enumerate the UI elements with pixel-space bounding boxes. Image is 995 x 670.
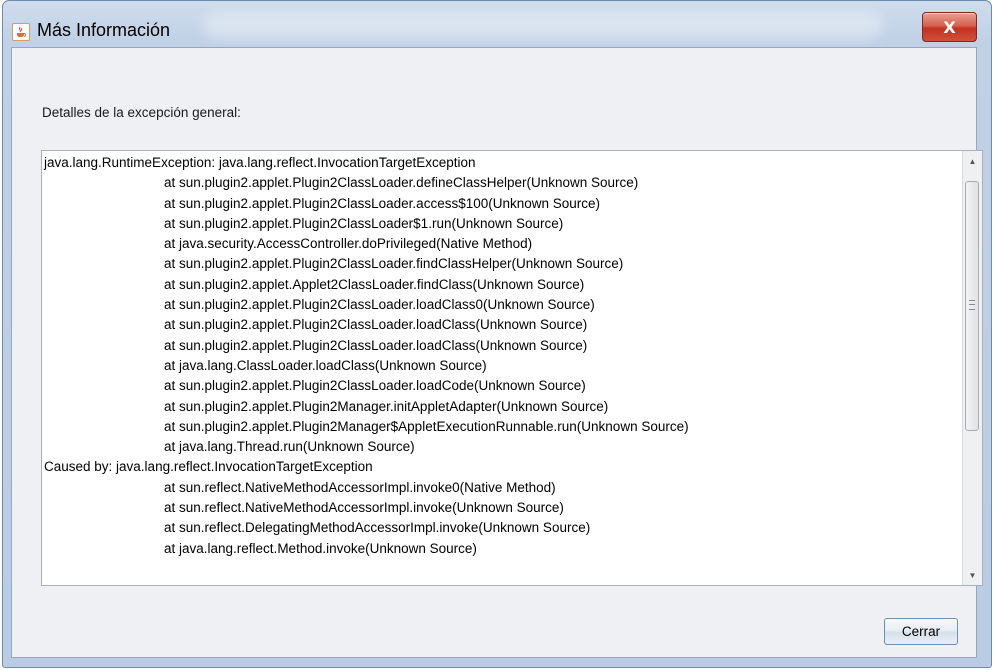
trace-line: at sun.reflect.NativeMethodAccessorImpl.… — [164, 479, 556, 495]
trace-line: at sun.plugin2.applet.Plugin2Manager$App… — [164, 418, 689, 434]
scroll-thumb[interactable] — [965, 181, 979, 431]
trace-line: at sun.plugin2.applet.Applet2ClassLoader… — [164, 276, 585, 292]
trace-line: at sun.plugin2.applet.Plugin2ClassLoader… — [164, 317, 588, 333]
arrow-down-icon[interactable]: ▼ — [963, 565, 982, 585]
trace-line: at sun.plugin2.applet.Plugin2ClassLoader… — [164, 297, 595, 313]
trace-line: at java.security.AccessController.doPriv… — [164, 236, 533, 252]
stack-trace-textarea[interactable]: java.lang.RuntimeException: java.lang.re… — [41, 150, 983, 586]
details-label: Detalles de la excepción general: — [42, 105, 241, 120]
trace-line: at sun.plugin2.applet.Plugin2ClassLoader… — [164, 378, 586, 394]
arrow-up-icon[interactable]: ▲ — [963, 151, 982, 171]
dialog-content: Detalles de la excepción general: java.l… — [11, 47, 983, 658]
trace-line: at sun.reflect.DelegatingMethodAccessorI… — [164, 520, 591, 536]
grip-icon — [969, 300, 975, 310]
title-bar[interactable]: Más Información X — [3, 1, 991, 47]
trace-line: at java.lang.Thread.run(Unknown Source) — [164, 439, 415, 455]
trace-line: Caused by: java.lang.reflect.InvocationT… — [44, 459, 373, 475]
stack-trace-lines: java.lang.RuntimeException: java.lang.re… — [44, 153, 958, 559]
trace-line: at java.lang.reflect.Method.invoke(Unkno… — [164, 540, 477, 556]
vertical-scrollbar[interactable]: ▲ ▼ — [962, 151, 982, 585]
trace-line: at sun.plugin2.applet.Plugin2Manager.ini… — [164, 398, 609, 414]
title-glow — [203, 11, 883, 39]
cerrar-button[interactable]: Cerrar — [884, 618, 958, 645]
close-icon: X — [943, 17, 956, 37]
trace-line: at java.lang.ClassLoader.loadClass(Unkno… — [164, 357, 487, 373]
trace-line: at sun.reflect.NativeMethodAccessorImpl.… — [164, 500, 564, 516]
trace-line: at sun.plugin2.applet.Plugin2ClassLoader… — [164, 195, 601, 211]
trace-line: at sun.plugin2.applet.Plugin2ClassLoader… — [164, 175, 639, 191]
java-cup-icon — [12, 23, 30, 41]
window-title: Más Información — [37, 20, 171, 40]
close-button[interactable]: X — [922, 12, 977, 42]
trace-line: at sun.plugin2.applet.Plugin2ClassLoader… — [164, 215, 564, 231]
trace-line: java.lang.RuntimeException: java.lang.re… — [44, 155, 476, 170]
trace-line: at sun.plugin2.applet.Plugin2ClassLoader… — [164, 337, 588, 353]
trace-line: at sun.plugin2.applet.Plugin2ClassLoader… — [164, 256, 624, 272]
dialog-window: Más Información X Detalles de la excepci… — [2, 0, 992, 668]
